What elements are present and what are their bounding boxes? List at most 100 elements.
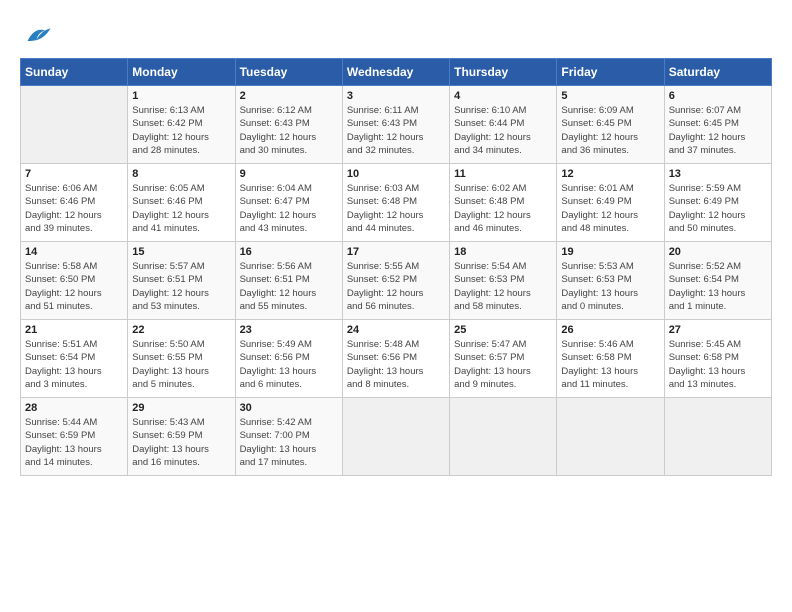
- week-row-2: 7 Sunrise: 6:06 AMSunset: 6:46 PMDaylight…: [21, 164, 772, 242]
- calendar-cell: [450, 398, 557, 476]
- calendar-cell: 9 Sunrise: 6:04 AMSunset: 6:47 PMDaylight…: [235, 164, 342, 242]
- day-number: 26: [561, 324, 659, 336]
- calendar-cell: 13 Sunrise: 5:59 AMSunset: 6:49 PMDayligh…: [664, 164, 771, 242]
- calendar-cell: [557, 398, 664, 476]
- day-info: Sunrise: 6:03 AMSunset: 6:48 PMDaylight:…: [347, 182, 445, 235]
- day-info: Sunrise: 5:57 AMSunset: 6:51 PMDaylight:…: [132, 260, 230, 313]
- day-number: 7: [25, 168, 123, 180]
- calendar-cell: 16 Sunrise: 5:56 AMSunset: 6:51 PMDayligh…: [235, 242, 342, 320]
- calendar-cell: 10 Sunrise: 6:03 AMSunset: 6:48 PMDayligh…: [342, 164, 449, 242]
- calendar-cell: 8Sunrise: 6:05 AMSunset: 6:46 PMDaylight…: [128, 164, 235, 242]
- day-info: Sunrise: 6:02 AMSunset: 6:48 PMDaylight:…: [454, 182, 552, 235]
- day-number: 30: [240, 402, 338, 414]
- day-number: 29: [132, 402, 230, 414]
- day-number: 19: [561, 246, 659, 258]
- day-number: 4: [454, 90, 552, 102]
- day-number: 28: [25, 402, 123, 414]
- day-number: 11: [454, 168, 552, 180]
- day-info: Sunrise: 5:47 AMSunset: 6:57 PMDaylight:…: [454, 338, 552, 391]
- header-saturday: Saturday: [664, 59, 771, 86]
- day-number: 2: [240, 90, 338, 102]
- calendar-cell: 3 Sunrise: 6:11 AMSunset: 6:43 PMDaylight…: [342, 86, 449, 164]
- day-number: 27: [669, 324, 767, 336]
- day-number: 1: [132, 90, 230, 102]
- day-info: Sunrise: 5:55 AMSunset: 6:52 PMDaylight:…: [347, 260, 445, 313]
- calendar-cell: 12 Sunrise: 6:01 AMSunset: 6:49 PMDayligh…: [557, 164, 664, 242]
- calendar-cell: 25 Sunrise: 5:47 AMSunset: 6:57 PMDayligh…: [450, 320, 557, 398]
- day-info: Sunrise: 6:06 AMSunset: 6:46 PMDaylight:…: [25, 182, 123, 235]
- calendar-header-row: SundayMondayTuesdayWednesdayThursdayFrid…: [21, 59, 772, 86]
- day-info: Sunrise: 6:11 AMSunset: 6:43 PMDaylight:…: [347, 104, 445, 157]
- header-sunday: Sunday: [21, 59, 128, 86]
- page-container: SundayMondayTuesdayWednesdayThursdayFrid…: [0, 0, 792, 486]
- day-info: Sunrise: 5:58 AMSunset: 6:50 PMDaylight:…: [25, 260, 123, 313]
- day-info: Sunrise: 6:13 AMSunset: 6:42 PMDaylight:…: [132, 104, 230, 157]
- calendar-cell: 29 Sunrise: 5:43 AMSunset: 6:59 PMDayligh…: [128, 398, 235, 476]
- day-number: 24: [347, 324, 445, 336]
- day-info: Sunrise: 6:05 AMSunset: 6:46 PMDaylight:…: [132, 182, 230, 235]
- header-friday: Friday: [557, 59, 664, 86]
- week-row-3: 14 Sunrise: 5:58 AMSunset: 6:50 PMDayligh…: [21, 242, 772, 320]
- calendar-table: SundayMondayTuesdayWednesdayThursdayFrid…: [20, 58, 772, 476]
- header-wednesday: Wednesday: [342, 59, 449, 86]
- day-number: 6: [669, 90, 767, 102]
- calendar-cell: 19 Sunrise: 5:53 AMSunset: 6:53 PMDayligh…: [557, 242, 664, 320]
- day-info: Sunrise: 5:53 AMSunset: 6:53 PMDaylight:…: [561, 260, 659, 313]
- day-info: Sunrise: 5:54 AMSunset: 6:53 PMDaylight:…: [454, 260, 552, 313]
- day-number: 22: [132, 324, 230, 336]
- day-info: Sunrise: 5:59 AMSunset: 6:49 PMDaylight:…: [669, 182, 767, 235]
- day-number: 3: [347, 90, 445, 102]
- page-header: [20, 20, 772, 48]
- day-info: Sunrise: 6:01 AMSunset: 6:49 PMDaylight:…: [561, 182, 659, 235]
- day-info: Sunrise: 5:44 AMSunset: 6:59 PMDaylight:…: [25, 416, 123, 469]
- calendar-cell: 23Sunrise: 5:49 AMSunset: 6:56 PMDayligh…: [235, 320, 342, 398]
- day-number: 15: [132, 246, 230, 258]
- day-info: Sunrise: 5:46 AMSunset: 6:58 PMDaylight:…: [561, 338, 659, 391]
- day-number: 10: [347, 168, 445, 180]
- day-number: 5: [561, 90, 659, 102]
- calendar-cell: 7 Sunrise: 6:06 AMSunset: 6:46 PMDaylight…: [21, 164, 128, 242]
- calendar-cell: 22Sunrise: 5:50 AMSunset: 6:55 PMDayligh…: [128, 320, 235, 398]
- calendar-cell: 18 Sunrise: 5:54 AMSunset: 6:53 PMDayligh…: [450, 242, 557, 320]
- day-number: 17: [347, 246, 445, 258]
- calendar-cell: 30 Sunrise: 5:42 AMSunset: 7:00 PMDayligh…: [235, 398, 342, 476]
- day-number: 18: [454, 246, 552, 258]
- week-row-1: 1 Sunrise: 6:13 AMSunset: 6:42 PMDaylight…: [21, 86, 772, 164]
- day-info: Sunrise: 6:04 AMSunset: 6:47 PMDaylight:…: [240, 182, 338, 235]
- day-number: 14: [25, 246, 123, 258]
- day-number: 25: [454, 324, 552, 336]
- calendar-cell: 28 Sunrise: 5:44 AMSunset: 6:59 PMDayligh…: [21, 398, 128, 476]
- day-number: 20: [669, 246, 767, 258]
- logo-icon: [24, 20, 52, 48]
- day-info: Sunrise: 5:43 AMSunset: 6:59 PMDaylight:…: [132, 416, 230, 469]
- calendar-cell: 4Sunrise: 6:10 AMSunset: 6:44 PMDaylight…: [450, 86, 557, 164]
- day-info: Sunrise: 5:51 AMSunset: 6:54 PMDaylight:…: [25, 338, 123, 391]
- calendar-cell: 26 Sunrise: 5:46 AMSunset: 6:58 PMDayligh…: [557, 320, 664, 398]
- header-thursday: Thursday: [450, 59, 557, 86]
- week-row-4: 21 Sunrise: 5:51 AMSunset: 6:54 PMDayligh…: [21, 320, 772, 398]
- day-info: Sunrise: 5:49 AMSunset: 6:56 PMDaylight:…: [240, 338, 338, 391]
- day-info: Sunrise: 5:42 AMSunset: 7:00 PMDaylight:…: [240, 416, 338, 469]
- calendar-cell: 27 Sunrise: 5:45 AMSunset: 6:58 PMDayligh…: [664, 320, 771, 398]
- calendar-cell: 20Sunrise: 5:52 AMSunset: 6:54 PMDayligh…: [664, 242, 771, 320]
- day-info: Sunrise: 5:56 AMSunset: 6:51 PMDaylight:…: [240, 260, 338, 313]
- calendar-cell: 17 Sunrise: 5:55 AMSunset: 6:52 PMDayligh…: [342, 242, 449, 320]
- day-number: 9: [240, 168, 338, 180]
- calendar-cell: 21 Sunrise: 5:51 AMSunset: 6:54 PMDayligh…: [21, 320, 128, 398]
- calendar-cell: 11 Sunrise: 6:02 AMSunset: 6:48 PMDayligh…: [450, 164, 557, 242]
- header-monday: Monday: [128, 59, 235, 86]
- day-number: 16: [240, 246, 338, 258]
- day-number: 12: [561, 168, 659, 180]
- calendar-cell: 6Sunrise: 6:07 AMSunset: 6:45 PMDaylight…: [664, 86, 771, 164]
- day-info: Sunrise: 6:09 AMSunset: 6:45 PMDaylight:…: [561, 104, 659, 157]
- day-number: 21: [25, 324, 123, 336]
- calendar-cell: 14 Sunrise: 5:58 AMSunset: 6:50 PMDayligh…: [21, 242, 128, 320]
- calendar-cell: [21, 86, 128, 164]
- calendar-cell: 15 Sunrise: 5:57 AMSunset: 6:51 PMDayligh…: [128, 242, 235, 320]
- day-info: Sunrise: 5:45 AMSunset: 6:58 PMDaylight:…: [669, 338, 767, 391]
- calendar-cell: 24 Sunrise: 5:48 AMSunset: 6:56 PMDayligh…: [342, 320, 449, 398]
- day-number: 13: [669, 168, 767, 180]
- header-tuesday: Tuesday: [235, 59, 342, 86]
- day-info: Sunrise: 5:48 AMSunset: 6:56 PMDaylight:…: [347, 338, 445, 391]
- calendar-cell: [342, 398, 449, 476]
